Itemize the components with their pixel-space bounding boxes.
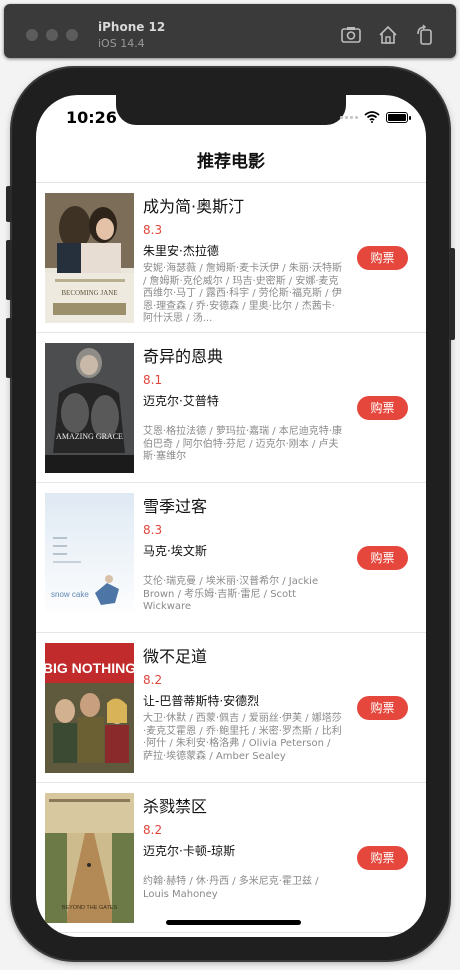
movie-poster: AMAZING GRACE [45,343,134,473]
movie-row[interactable]: AMAZING GRACE 奇异的恩典 8.1 迈克尔·艾普特 艾恩·格拉法德 … [36,333,426,483]
svg-text:BECOMING JANE: BECOMING JANE [61,289,117,297]
movie-poster: BECOMING JANE [45,193,134,323]
volume-down-button [6,318,12,378]
os-version: iOS 14.4 [98,37,145,50]
movie-title: 奇异的恩典 [143,347,224,366]
battery-icon [386,111,411,123]
status-indicators [340,111,411,123]
movie-list: BECOMING JANE 成为简·奥斯汀 8.3 朱里安·杰拉德 安妮·海瑟薇… [36,183,426,933]
home-indicator[interactable] [166,920,301,925]
movie-title: 杀戮禁区 [143,797,208,816]
movie-director: 马克·埃文斯 [143,544,207,558]
buy-ticket-button[interactable]: 购票 [357,396,408,420]
movie-cast: 艾恩·格拉法德 / 萝玛拉·嘉瑞 / 本尼迪克特·康伯巴奇 / 阿尔伯特·芬尼 … [143,426,342,462]
screenshot-icon[interactable] [340,24,362,46]
movie-director: 迈克尔·卡顿-琼斯 [143,844,236,858]
page-title: 推荐电影 [36,141,426,183]
movie-cast: 大卫·休默 / 西蒙·佩吉 / 爱丽丝·伊芙 / 娜塔莎·麦克艾霍恩 / 乔·鲍… [143,713,342,762]
movie-cast: 艾伦·瑞克曼 / 埃米丽·汉普希尔 / Jackie Brown / 考乐姆·吉… [143,576,319,612]
movie-poster: BEYOND THE GATES [45,793,134,923]
movie-rating: 8.2 [143,673,163,687]
buy-ticket-button[interactable]: 购票 [357,846,408,870]
movie-row[interactable]: snow cake 雪季过客 8.3 马克·埃文斯 艾伦·瑞克曼 / 埃米丽·汉… [36,483,426,633]
movie-title: 微不足道 [143,647,208,666]
zoom-window-button[interactable] [66,29,78,41]
notch [116,95,346,125]
movie-poster: snow cake [45,493,134,623]
minimize-window-button[interactable] [46,29,58,41]
movie-row[interactable]: BEYOND THE GATES 杀戮禁区 8.2 迈克尔·卡顿-琼斯 约翰·赫… [36,783,426,933]
movie-rating: 8.2 [143,823,163,837]
cellular-signal-icon [340,115,358,119]
movie-row[interactable]: BECOMING JANE 成为简·奥斯汀 8.3 朱里安·杰拉德 安妮·海瑟薇… [36,183,426,333]
movie-director: 让-巴普蒂斯特·安德烈 [143,694,260,708]
simulator-toolbar: iPhone 12 iOS 14.4 [4,4,456,58]
phone-screen: 10:26 推荐电影 BECOMING JANE 成为简·奥斯汀 8.3 朱里安… [36,95,426,937]
window-controls [26,29,78,41]
movie-row[interactable]: BIG NOTHING 微不足道 8.2 让-巴普蒂斯特·安德烈 大卫·休默 / [36,633,426,783]
movie-info: 微不足道 8.2 让-巴普蒂斯特·安德烈 大卫·休默 / 西蒙·佩吉 / 爱丽丝… [143,647,343,763]
movie-poster: BIG NOTHING [45,643,134,773]
svg-text:BEYOND THE GATES: BEYOND THE GATES [62,905,118,911]
movie-title: 雪季过客 [143,497,208,516]
movie-info: 奇异的恩典 8.1 迈克尔·艾普特 艾恩·格拉法德 / 萝玛拉·嘉瑞 / 本尼迪… [143,347,343,464]
power-button [449,248,455,340]
movie-rating: 8.1 [143,373,163,387]
movie-rating: 8.3 [143,523,163,537]
wifi-icon [364,111,380,123]
movie-info: 杀戮禁区 8.2 迈克尔·卡顿-琼斯 约翰·赫特 / 休·丹西 / 多米尼克·霍… [143,797,343,901]
movie-cast: 约翰·赫特 / 休·丹西 / 多米尼克·霍卫兹 / Louis Mahoney [143,876,319,900]
movie-director: 迈克尔·艾普特 [143,394,219,408]
movie-title: 成为简·奥斯汀 [143,197,245,216]
svg-text:snow cake: snow cake [51,590,89,599]
mute-switch [6,186,12,222]
buy-ticket-button[interactable]: 购票 [357,546,408,570]
buy-ticket-button[interactable]: 购票 [357,696,408,720]
movie-info: 雪季过客 8.3 马克·埃文斯 艾伦·瑞克曼 / 埃米丽·汉普希尔 / Jack… [143,497,343,614]
movie-info: 成为简·奥斯汀 8.3 朱里安·杰拉德 安妮·海瑟薇 / 詹姆斯·麦卡沃伊 / … [143,197,343,326]
status-time: 10:26 [66,108,117,127]
rotate-icon[interactable] [414,24,436,46]
svg-text:AMAZING GRACE: AMAZING GRACE [56,432,123,441]
close-window-button[interactable] [26,29,38,41]
svg-text:BIG NOTHING: BIG NOTHING [45,660,134,676]
iphone-frame: 10:26 推荐电影 BECOMING JANE 成为简·奥斯汀 8.3 朱里安… [6,68,455,960]
device-name: iPhone 12 [98,20,166,34]
movie-rating: 8.3 [143,223,163,237]
volume-up-button [6,240,12,300]
buy-ticket-button[interactable]: 购票 [357,246,408,270]
movie-cast: 安妮·海瑟薇 / 詹姆斯·麦卡沃伊 / 朱丽·沃特斯 / 詹姆斯·克伦威尔 / … [143,263,342,324]
home-icon[interactable] [377,24,399,46]
movie-director: 朱里安·杰拉德 [143,244,219,258]
